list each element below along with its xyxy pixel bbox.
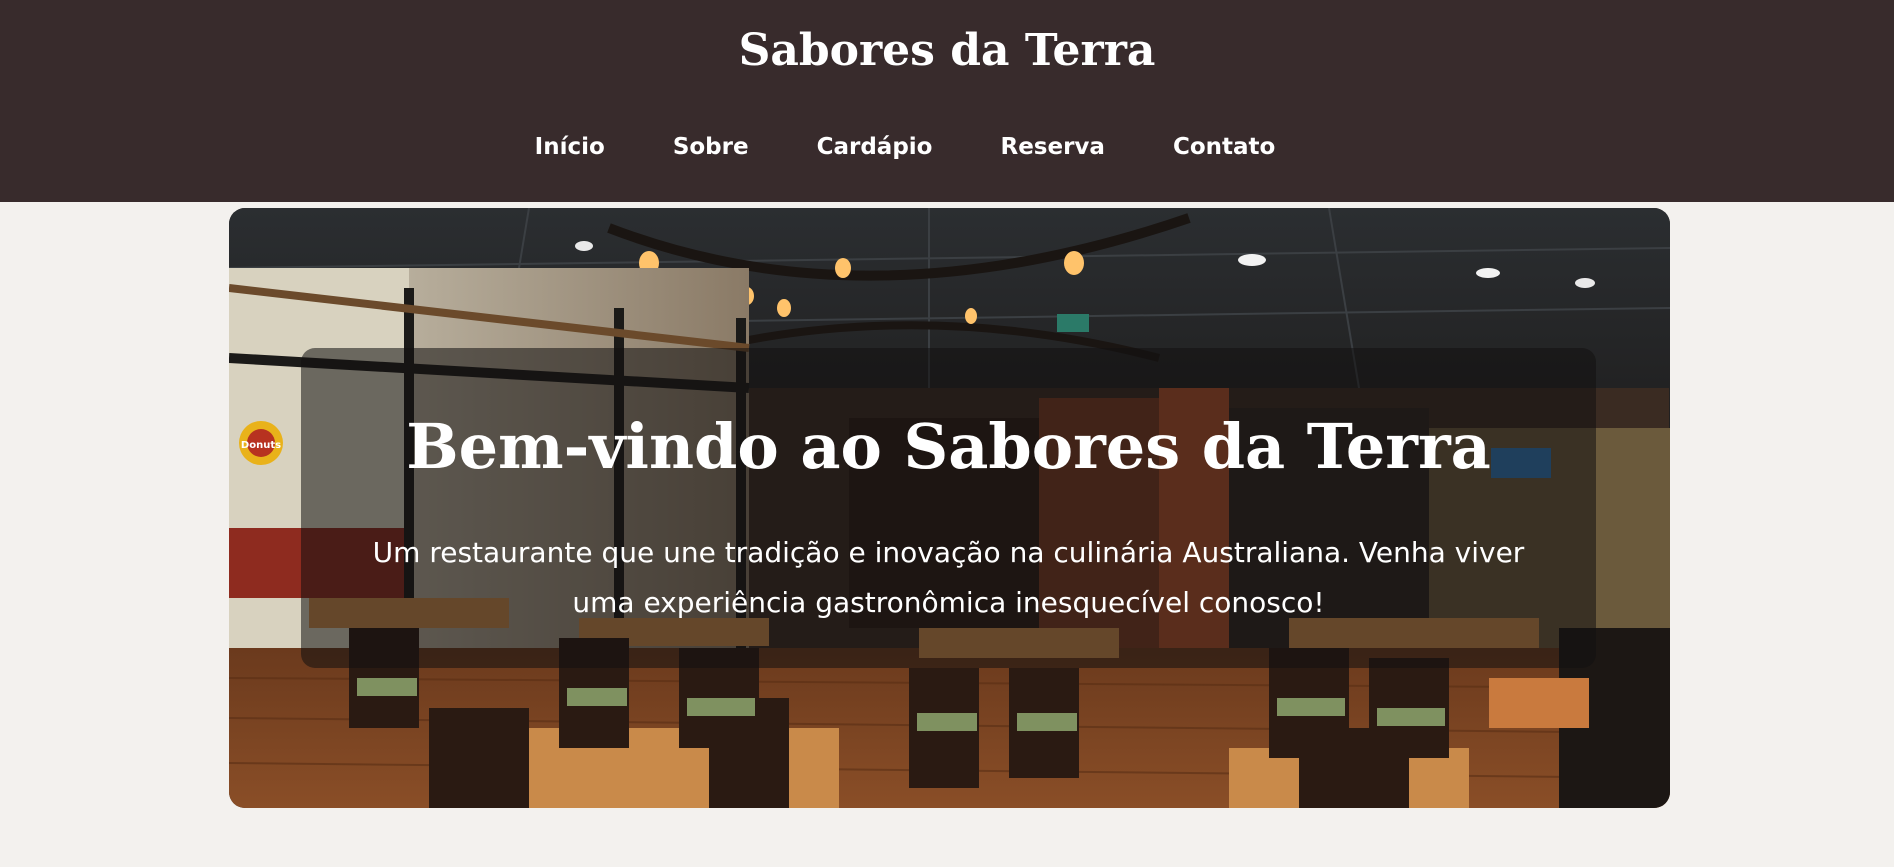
nav-link-cardapio[interactable]: Cardápio	[817, 130, 933, 164]
donuts-sign-text: Donuts	[241, 440, 281, 451]
hero-heading: Bem-vindo ao Sabores da Terra	[406, 410, 1491, 483]
nav-link-sobre[interactable]: Sobre	[673, 130, 749, 164]
hero-description: Um restaurante que une tradição e inovaç…	[372, 536, 1525, 619]
hero-overlay: Bem-vindo ao Sabores da Terra Um restaur…	[301, 348, 1596, 668]
hero-banner: Donuts Bem-vindo ao Sabores da Terra Um …	[229, 208, 1670, 808]
main-nav: Início Sobre Cardápio Reserva Contato	[0, 130, 1894, 164]
nav-link-contato[interactable]: Contato	[1173, 130, 1275, 164]
nav-link-reserva[interactable]: Reserva	[1000, 130, 1104, 164]
site-title: Sabores da Terra	[738, 25, 1156, 76]
nav-link-inicio[interactable]: Início	[535, 130, 605, 164]
site-header: Sabores da Terra Início Sobre Cardápio R…	[0, 0, 1894, 202]
